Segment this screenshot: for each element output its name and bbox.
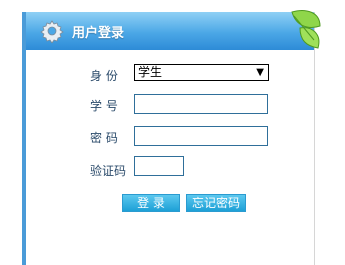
role-select[interactable]: 学生 ▼ (134, 64, 269, 81)
role-label: 身 份 (90, 69, 118, 83)
password-label: 密 码 (90, 131, 118, 145)
chevron-down-icon: ▼ (256, 67, 264, 78)
student-id-label: 学 号 (90, 99, 118, 113)
login-button[interactable]: 登 录 (122, 194, 180, 212)
login-panel: 用户登录 身 份 学生 ▼ 学 号 密 码 验证码 登 录 忘记密码 (22, 10, 321, 265)
password-input[interactable] (134, 126, 268, 146)
gear-icon (40, 20, 64, 43)
leaves-icon (291, 10, 321, 49)
panel-title: 用户登录 (72, 26, 125, 41)
captcha-label: 验证码 (90, 164, 127, 178)
captcha-input[interactable] (134, 156, 184, 176)
panel-header: 用户登录 (26, 10, 321, 50)
role-select-value: 学生 (138, 65, 163, 79)
forgot-password-button[interactable]: 忘记密码 (186, 194, 246, 212)
student-id-input[interactable] (134, 94, 268, 114)
